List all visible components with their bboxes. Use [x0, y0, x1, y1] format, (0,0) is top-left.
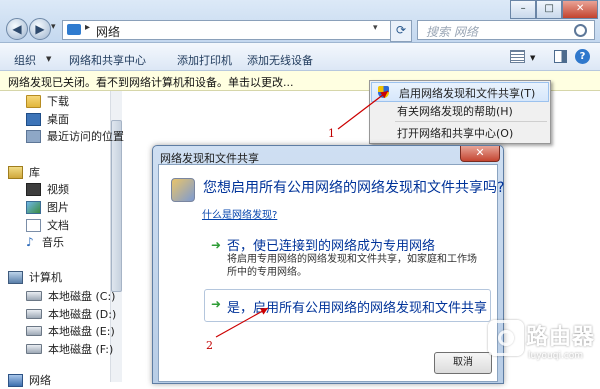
- option-description: 将启用专用网络的网络发现和文件共享，如家庭和工作场所中的专用网络。: [227, 254, 477, 278]
- recent-pages-dropdown[interactable]: ▾: [51, 22, 61, 36]
- documents-icon: [26, 218, 41, 232]
- sidebar-item-label: 本地磁盘 (F:): [48, 343, 114, 356]
- sidebar-item-label: 本地磁盘 (E:): [48, 325, 115, 338]
- help-icon[interactable]: ?: [575, 49, 590, 64]
- menu-separator: [395, 121, 547, 122]
- sidebar-item-downloads[interactable]: 下载: [26, 92, 69, 110]
- recent-places-icon: [26, 129, 41, 143]
- add-printer-button[interactable]: 添加打印机: [177, 52, 232, 68]
- sidebar-item-label: 下载: [47, 95, 69, 108]
- search-input[interactable]: 搜索 网络: [417, 20, 595, 40]
- infobar-context-menu: 启用网络发现和文件共享(T) 有关网络发现的帮助(H) 打开网络和共享中心(O): [369, 80, 551, 144]
- sidebar-item-label: 本地磁盘 (D:): [48, 308, 117, 321]
- forward-button[interactable]: ▶: [29, 18, 51, 40]
- libraries-icon: [8, 165, 23, 179]
- address-bar[interactable]: ▸ 网络: [62, 20, 403, 40]
- address-dropdown-icon[interactable]: ▾: [373, 23, 378, 33]
- back-button[interactable]: ◀: [6, 18, 28, 40]
- disk-drive-icon: [26, 309, 42, 319]
- sidebar-item-libraries[interactable]: 库: [8, 163, 40, 181]
- network-icon: [8, 373, 23, 387]
- uac-shield-icon: [378, 86, 389, 98]
- window-titlebar: ◀ ▶ ▾ ▸ 网络 ▾ ⟳ 搜索 网络 – □ ✕: [0, 0, 600, 43]
- sidebar-item-music[interactable]: ♪ 音乐: [26, 233, 64, 251]
- network-folder-icon: [67, 24, 81, 35]
- sidebar-item-label: 视频: [47, 183, 69, 196]
- what-is-discovery-link[interactable]: 什么是网络发现?: [202, 206, 277, 221]
- sidebar-item-disk-f[interactable]: 本地磁盘 (F:): [26, 340, 113, 358]
- maximize-button[interactable]: □: [536, 0, 563, 19]
- organize-menu[interactable]: 组织: [14, 52, 36, 68]
- sidebar-item-label: 库: [29, 166, 40, 179]
- sidebar-item-documents[interactable]: 文档: [26, 216, 69, 234]
- view-options-icon[interactable]: [510, 50, 525, 63]
- sidebar-item-recent-places[interactable]: 最近访问的位置: [26, 127, 124, 145]
- watermark-url: luyouqi.com: [528, 351, 584, 361]
- dialog-close-button[interactable]: ✕: [460, 146, 500, 162]
- disk-drive-icon: [26, 344, 42, 354]
- sidebar-item-network[interactable]: 网络: [8, 371, 51, 389]
- sidebar-item-label: 音乐: [42, 236, 64, 249]
- cancel-button[interactable]: 取消: [434, 352, 492, 374]
- preview-pane-icon[interactable]: [554, 50, 567, 63]
- sidebar-item-pictures[interactable]: 图片: [26, 198, 69, 216]
- option-make-private[interactable]: ➜ 否，使已连接到的网络成为专用网络 将启用专用网络的网络发现和文件共享，如家庭…: [204, 232, 491, 283]
- window-controls: – □ ✕: [510, 0, 599, 19]
- sidebar-item-label: 文档: [47, 219, 69, 232]
- breadcrumb-network[interactable]: 网络: [96, 23, 120, 40]
- menu-item-label: 启用网络发现和文件共享(T): [399, 87, 536, 100]
- watermark-name: 路由器: [526, 325, 596, 350]
- scrollbar-thumb[interactable]: [111, 120, 122, 292]
- music-icon: ♪: [26, 234, 34, 249]
- router-logo-icon: [488, 320, 524, 356]
- sidebar-item-computer[interactable]: 计算机: [8, 268, 62, 286]
- sidebar-item-label: 桌面: [47, 113, 69, 126]
- folder-icon: [26, 94, 41, 108]
- sidebar-item-desktop[interactable]: 桌面: [26, 110, 69, 128]
- search-icon[interactable]: [574, 24, 587, 37]
- annotation-marker-2: 2: [206, 339, 213, 352]
- option-title: 是，启用所有公用网络的网络发现和文件共享: [227, 301, 488, 316]
- sidebar-item-label: 本地磁盘 (C:): [48, 290, 116, 303]
- search-placeholder: 搜索 网络: [426, 25, 478, 39]
- network-discovery-dialog: 网络发现和文件共享 ✕ 您想启用所有公用网络的网络发现和文件共享吗? 什么是网络…: [152, 145, 504, 384]
- option-title: 否，使已连接到的网络成为专用网络: [227, 239, 436, 254]
- pictures-icon: [26, 200, 41, 214]
- computer-icon: [8, 270, 23, 284]
- sidebar-item-disk-c[interactable]: 本地磁盘 (C:): [26, 287, 115, 305]
- breadcrumb-separator[interactable]: ▸: [85, 22, 90, 33]
- add-wireless-device-button[interactable]: 添加无线设备: [247, 52, 313, 68]
- menu-item-enable-discovery[interactable]: 启用网络发现和文件共享(T): [371, 82, 549, 102]
- menu-item-discovery-help[interactable]: 有关网络发现的帮助(H): [370, 101, 550, 119]
- desktop-icon: [26, 112, 41, 126]
- green-arrow-icon: ➜: [211, 238, 222, 252]
- menu-item-label: 打开网络和共享中心(O): [397, 127, 514, 140]
- green-arrow-icon: ➜: [211, 297, 222, 311]
- sidebar-item-videos[interactable]: 视频: [26, 180, 69, 198]
- infobar-message: 网络发现已关闭。看不到网络计算机和设备。单击以更改...: [8, 76, 294, 89]
- annotation-marker-1: 1: [328, 127, 335, 140]
- minimize-button[interactable]: –: [510, 0, 537, 19]
- chevron-down-icon[interactable]: ▼: [46, 55, 51, 63]
- sidebar-item-label: 网络: [29, 374, 51, 387]
- disk-drive-icon: [26, 291, 42, 301]
- option-enable-public[interactable]: ➜ 是，启用所有公用网络的网络发现和文件共享: [204, 289, 491, 322]
- network-sharing-center-button[interactable]: 网络和共享中心: [69, 52, 146, 68]
- view-dropdown-icon[interactable]: ▼: [530, 54, 535, 62]
- disk-drive-icon: [26, 326, 42, 336]
- sidebar-item-disk-e[interactable]: 本地磁盘 (E:): [26, 322, 115, 340]
- sidebar-item-label: 图片: [47, 201, 69, 214]
- refresh-button[interactable]: ⟳: [390, 20, 412, 42]
- command-toolbar: 组织 ▼ 网络和共享中心 添加打印机 添加无线设备 ▼ ?: [0, 43, 600, 71]
- sidebar-item-label: 计算机: [29, 271, 62, 284]
- video-icon: [26, 182, 41, 196]
- menu-item-label: 有关网络发现的帮助(H): [397, 105, 513, 118]
- menu-item-open-sharing-center[interactable]: 打开网络和共享中心(O): [370, 123, 550, 141]
- sidebar-item-label: 最近访问的位置: [47, 130, 124, 143]
- users-icon: [171, 178, 195, 202]
- sidebar-item-disk-d[interactable]: 本地磁盘 (D:): [26, 305, 116, 323]
- dialog-question: 您想启用所有公用网络的网络发现和文件共享吗?: [203, 180, 505, 196]
- watermark: 路由器 luyouqi.com: [488, 318, 596, 370]
- close-window-button[interactable]: ✕: [562, 0, 599, 19]
